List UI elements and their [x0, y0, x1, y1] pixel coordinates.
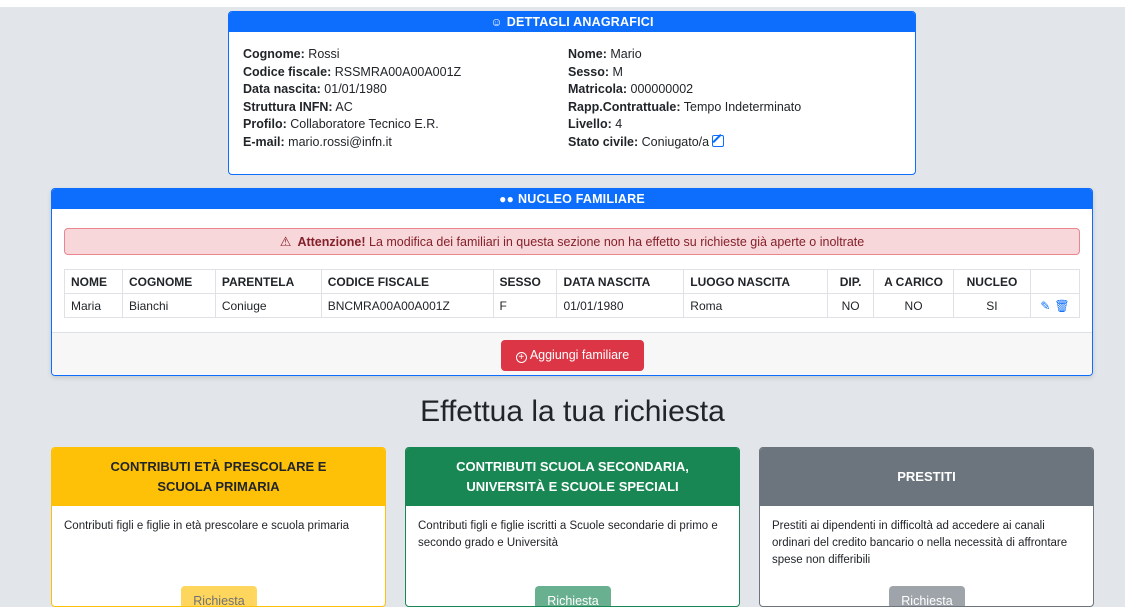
field-label: Data nascita:	[243, 82, 321, 97]
nucleo-card: ●● NUCLEO FAMILIARE ⚠ Attenzione! La modif…	[51, 188, 1093, 376]
field-label: Stato civile:	[568, 134, 639, 149]
field-cognome: Cognome: Rossi	[243, 46, 461, 64]
cell-parentela: Coniuge	[214, 293, 322, 318]
field-value: 4	[615, 117, 623, 132]
field-value: Tempo Indeterminato	[683, 99, 802, 114]
pencil-icon[interactable]: ✎	[1040, 299, 1050, 313]
richiesta-button[interactable]: Richiesta	[535, 586, 611, 606]
field-label: Codice fiscale:	[243, 64, 332, 79]
anagrafica-right-column: Nome: Mario Sesso: M Matricola: 00000000…	[568, 46, 801, 152]
warning-icon: ⚠	[279, 234, 292, 249]
card-title: CONTRIBUTI ETÀ PRESCOLARE E SCUOLA PRIMA…	[52, 448, 385, 506]
field-value: 01/01/1980	[324, 82, 387, 97]
people-icon: ●●	[499, 192, 515, 206]
nucleo-header: ●● NUCLEO FAMILIARE	[52, 189, 1092, 209]
add-button-label: Aggiungi familiare	[529, 348, 630, 362]
cell-nome: Maria	[64, 293, 123, 318]
field-rapporto: Rapp.Contrattuale: Tempo Indeterminato	[568, 99, 801, 117]
warning-alert: ⚠ Attenzione! La modifica dei familiari i…	[64, 228, 1080, 255]
field-value: Rossi	[308, 47, 340, 61]
field-value: AC	[335, 99, 353, 114]
column-header: COGNOME	[121, 269, 216, 294]
field-value: Mario	[610, 47, 642, 61]
field-label: Rapp.Contrattuale:	[568, 99, 681, 114]
card-contributi-prescolare: CONTRIBUTI ETÀ PRESCOLARE E SCUOLA PRIMA…	[51, 447, 386, 607]
column-header-actions	[1029, 269, 1081, 294]
field-value: 000000002	[630, 82, 694, 97]
card-contributi-secondaria: CONTRIBUTI SCUOLA SECONDARIA, UNIVERSITÀ…	[405, 447, 740, 607]
column-header: A CARICO	[873, 269, 955, 294]
field-label: Profilo:	[243, 117, 287, 132]
cell-cognome: Bianchi	[121, 293, 216, 318]
column-header: CODICE FISCALE	[320, 269, 494, 294]
field-livello: Livello: 4	[568, 116, 801, 134]
top-strip	[0, 0, 1125, 7]
field-codice-fiscale: Codice fiscale: RSSMRA00A00A001Z	[243, 64, 461, 82]
field-value: M	[612, 64, 623, 79]
field-matricola: Matricola: 000000002	[568, 81, 801, 99]
field-sesso: Sesso: M	[568, 64, 801, 82]
field-label: Sesso:	[568, 64, 609, 79]
cell-dip: NO	[827, 293, 875, 318]
family-table: NOME COGNOME PARENTELA CODICE FISCALE SE…	[64, 269, 1081, 318]
field-data-nascita: Data nascita: 01/01/1980	[243, 81, 461, 99]
field-label: Struttura INFN:	[243, 99, 333, 114]
field-profilo: Profilo: Collaboratore Tecnico E.R.	[243, 116, 461, 134]
trash-icon[interactable]: 🗑	[1054, 299, 1069, 313]
field-label: Livello:	[568, 117, 612, 132]
field-value: Coniugato/a	[641, 134, 710, 149]
field-label: Nome:	[568, 47, 607, 61]
cell-sesso: F	[492, 293, 558, 318]
add-family-member-button[interactable]: + Aggiungi familiare	[501, 340, 644, 371]
field-struttura: Struttura INFN: AC	[243, 99, 461, 117]
richiesta-button[interactable]: Richiesta	[181, 586, 257, 606]
nucleo-title: NUCLEO FAMILIARE	[518, 192, 645, 206]
cell-actions: ✎ 🗑	[1029, 293, 1081, 318]
alert-strong: Attenzione!	[297, 235, 366, 249]
nucleo-footer: + Aggiungi familiare	[52, 332, 1092, 375]
column-header: DATA NASCITA	[556, 269, 685, 294]
card-prestiti: PRESTITI Prestiti ai dipendenti in diffi…	[759, 447, 1094, 607]
edit-stato-civile-icon[interactable]	[712, 134, 725, 147]
card-text: Contributi figli e figlie iscritti a Scu…	[418, 520, 718, 549]
field-nome: Nome: Mario	[568, 46, 801, 64]
anagrafica-card: ☺ DETTAGLI ANAGRAFICI Cognome: Rossi Codi…	[228, 11, 916, 175]
card-text: Contributi figli e figlie in età prescol…	[64, 520, 350, 532]
cell-nucleo: SI	[953, 293, 1031, 318]
field-stato-civile: Stato civile: Coniugato/a	[568, 134, 801, 152]
richiesta-button[interactable]: Richiesta	[889, 586, 965, 606]
card-title: PRESTITI	[760, 448, 1093, 506]
table-row: Maria Bianchi Coniuge BNCMRA00A00A001Z F…	[64, 293, 1081, 318]
plus-circle-icon: +	[515, 352, 527, 363]
field-label: Cognome:	[243, 47, 305, 61]
field-value: RSSMRA00A00A001Z	[334, 64, 462, 79]
field-value: mario.rossi@infn.it	[288, 134, 392, 149]
column-header: NOME	[64, 269, 123, 294]
anagrafica-title: DETTAGLI ANAGRAFICI	[506, 15, 654, 29]
cell-data-nascita: 01/01/1980	[556, 293, 685, 318]
column-header: DIP.	[827, 269, 875, 294]
cell-codice-fiscale: BNCMRA00A00A001Z	[320, 293, 494, 318]
section-title: Effettua la tua richiesta	[420, 395, 725, 428]
field-label: E-mail:	[243, 134, 285, 149]
column-header: LUOGO NASCITA	[683, 269, 829, 294]
anagrafica-left-column: Cognome: Rossi Codice fiscale: RSSMRA00A…	[243, 46, 461, 152]
column-header: NUCLEO	[953, 269, 1031, 294]
card-title: CONTRIBUTI SCUOLA SECONDARIA, UNIVERSITÀ…	[406, 448, 739, 506]
user-circle-icon: ☺	[490, 15, 503, 29]
cell-luogo-nascita: Roma	[683, 293, 829, 318]
table-header-row: NOME COGNOME PARENTELA CODICE FISCALE SE…	[64, 269, 1081, 294]
field-value: Collaboratore Tecnico E.R.	[290, 117, 439, 132]
card-text: Prestiti ai dipendenti in difficoltà ad …	[772, 520, 1068, 566]
cell-a-carico: NO	[873, 293, 955, 318]
column-header: SESSO	[492, 269, 558, 294]
alert-text: La modifica dei familiari in questa sezi…	[369, 235, 865, 249]
field-email: E-mail: mario.rossi@infn.it	[243, 134, 461, 152]
field-label: Matricola:	[568, 82, 628, 97]
anagrafica-header: ☺ DETTAGLI ANAGRAFICI	[229, 12, 915, 32]
column-header: PARENTELA	[214, 269, 322, 294]
